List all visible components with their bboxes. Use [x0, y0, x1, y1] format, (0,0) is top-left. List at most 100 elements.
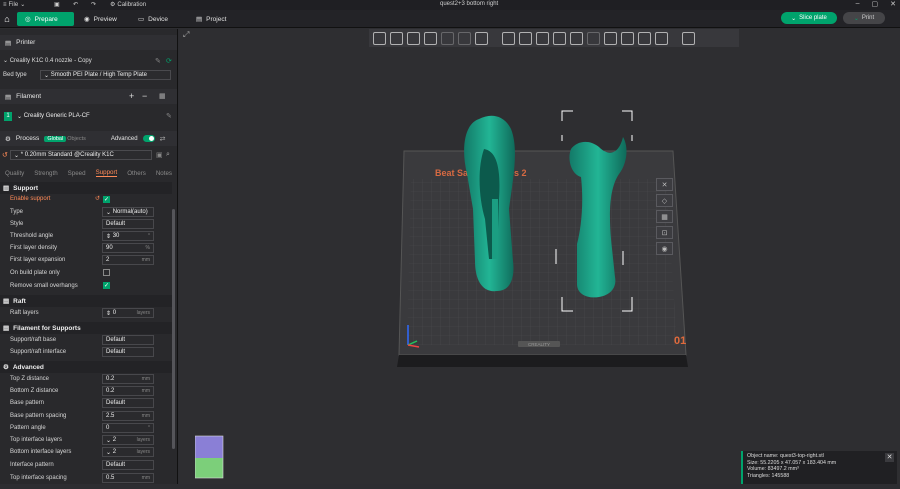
save-icon[interactable]: ▣ [54, 1, 60, 8]
collapse-sidebar-icon[interactable]: ⤢ [183, 30, 189, 40]
objects-toggle[interactable]: Objects [67, 136, 86, 142]
tab-prepare[interactable]: ◎ Prepare [17, 12, 74, 26]
printer-preset-select[interactable]: ⌄ Creality K1C 0.4 nozzle - Copy [3, 57, 92, 65]
assembly-view-icon[interactable] [682, 31, 695, 45]
orient-plate-icon[interactable]: ◇ [656, 194, 673, 207]
bottom-z-input[interactable]: 0.2 mm [102, 386, 154, 396]
scale-icon[interactable] [536, 31, 549, 45]
chevron-down-icon[interactable]: ⌄ [106, 449, 111, 456]
tab-speed[interactable]: Speed [68, 170, 86, 177]
top-interface-input[interactable]: ⌄ 2 layers [102, 435, 154, 445]
split-parts-icon[interactable] [458, 31, 471, 45]
process-preset-select[interactable]: ⌄ * 0.20mm Standard @Creality K1C [10, 150, 152, 160]
cube-top-face[interactable] [195, 436, 223, 458]
slice-plate-button[interactable]: ⌄ Slice plate [781, 12, 837, 24]
redo-icon[interactable]: ↷ [91, 1, 96, 8]
stepper-icon[interactable]: ⇕ [106, 310, 111, 317]
unit-label: mm [141, 388, 150, 394]
reset-icon[interactable]: ↺ [95, 195, 100, 202]
text-tool-icon[interactable] [638, 31, 651, 45]
base-pattern-select[interactable]: Default [102, 398, 154, 408]
base-spacing-input[interactable]: 2.5 mm [102, 411, 154, 421]
support-paint-icon[interactable] [604, 31, 617, 45]
search-icon[interactable]: ⌕ [166, 151, 170, 159]
enable-support-checkbox[interactable]: ✓ [103, 196, 110, 203]
pattern-angle-input[interactable]: 0 ° [102, 423, 154, 433]
tab-preview[interactable]: ◉ Preview [76, 12, 125, 26]
advanced-toggle[interactable] [142, 135, 155, 142]
edit-icon[interactable]: ✎ [155, 57, 161, 65]
seam-paint-icon[interactable] [621, 31, 634, 45]
auto-orient-icon[interactable] [407, 31, 420, 45]
chevron-down-icon[interactable]: ⌄ [106, 437, 111, 444]
pattern-angle-label: Pattern angle [10, 425, 46, 431]
cut-icon[interactable] [570, 31, 583, 45]
filament-select[interactable]: ⌄ Creality Generic PLA-CF [14, 111, 164, 121]
tab-quality[interactable]: Quality [5, 170, 24, 177]
bed-type-select[interactable]: ⌄ Smooth PEI Plate / High Temp Plate [40, 70, 171, 80]
top-z-input[interactable]: 0.2 mm [102, 374, 154, 384]
filament-settings-icon[interactable]: ▦ [159, 92, 166, 100]
top-interface-spacing-input[interactable]: 0.5 mm [102, 473, 154, 483]
remove-small-overhangs-checkbox[interactable]: ✓ [103, 282, 110, 289]
remove-filament-button[interactable]: − [142, 91, 147, 101]
split-objects-icon[interactable] [441, 31, 454, 45]
printer-section-label: Printer [16, 39, 36, 46]
arrange-icon[interactable] [424, 31, 437, 45]
lock-plate-icon[interactable]: ⊡ [656, 226, 673, 239]
on-build-plate-checkbox[interactable] [103, 269, 110, 276]
support-style-value: Default [106, 221, 126, 227]
minimize-button[interactable]: – [856, 0, 860, 8]
home-icon[interactable]: ⌂ [1, 12, 13, 25]
raft-layers-input[interactable]: ⇕ 0 layers [102, 308, 154, 318]
add-object-icon[interactable] [373, 31, 386, 45]
add-plate-icon[interactable] [390, 31, 403, 45]
tab-notes[interactable]: Notes [156, 170, 172, 177]
reset-icon[interactable]: ↺ [2, 151, 8, 159]
tab-support[interactable]: Support [95, 169, 118, 177]
cube-front-face[interactable] [195, 458, 223, 478]
tab-strength[interactable]: Strength [34, 170, 57, 177]
first-layer-density-input[interactable]: 90% [102, 243, 154, 253]
support-interface-select[interactable]: Default [102, 347, 154, 357]
global-toggle[interactable]: Global [44, 135, 67, 142]
boolean-icon[interactable] [587, 31, 600, 45]
file-menu[interactable]: ≡ File ⌄ [3, 1, 25, 9]
plate-grid [407, 179, 677, 345]
stepper-icon[interactable]: ⇕ [106, 233, 111, 240]
tab-device[interactable]: ▭ Device [130, 12, 176, 26]
sync-icon[interactable]: ⟳ [166, 57, 172, 65]
support-type-select[interactable]: ⌄ Normal(auto) [102, 207, 154, 217]
layers-icon[interactable] [475, 31, 488, 45]
arrange-plate-icon[interactable]: ▦ [656, 210, 673, 223]
tab-others[interactable]: Others [127, 170, 146, 177]
move-icon[interactable] [502, 31, 515, 45]
printer-section-header[interactable]: ▤ Printer [0, 35, 177, 50]
undo-icon[interactable]: ↶ [73, 1, 78, 8]
lay-on-face-icon[interactable] [553, 31, 566, 45]
filament-section-header[interactable]: ▤ Filament [0, 89, 177, 104]
threshold-angle-input[interactable]: ⇕ 30 ° [102, 231, 154, 241]
add-filament-button[interactable]: + [129, 91, 134, 101]
close-info-button[interactable]: ✕ [885, 453, 894, 462]
first-layer-expansion-input[interactable]: 2 mm [102, 255, 154, 265]
interface-pattern-select[interactable]: Default [102, 460, 154, 470]
save-preset-icon[interactable]: ▣ [156, 151, 163, 159]
support-style-select[interactable]: Default [102, 219, 154, 229]
plate-settings-icon[interactable]: ◉ [656, 242, 673, 255]
maximize-button[interactable]: ▢ [872, 0, 879, 8]
edit-icon[interactable]: ✎ [166, 112, 172, 120]
calibration-menu[interactable]: ⚙ Calibration [110, 1, 146, 9]
bottom-interface-input[interactable]: ⌄ 2 layers [102, 447, 154, 457]
sidebar-scrollbar[interactable] [172, 209, 175, 449]
compare-icon[interactable]: ⇄ [160, 135, 166, 143]
support-base-select[interactable]: Default [102, 335, 154, 345]
tab-project[interactable]: ▤ Project [188, 12, 234, 26]
3d-viewport[interactable]: Beat Saber Paddles 2 CREALITY 01 [179, 29, 900, 484]
close-window-button[interactable]: ✕ [890, 0, 896, 8]
view-navigation-cube[interactable] [195, 430, 237, 482]
measure-icon[interactable] [655, 31, 668, 45]
rotate-icon[interactable] [519, 31, 532, 45]
delete-plate-icon[interactable]: ✕ [656, 178, 673, 191]
print-button[interactable]: ⌄ Print [843, 12, 885, 24]
